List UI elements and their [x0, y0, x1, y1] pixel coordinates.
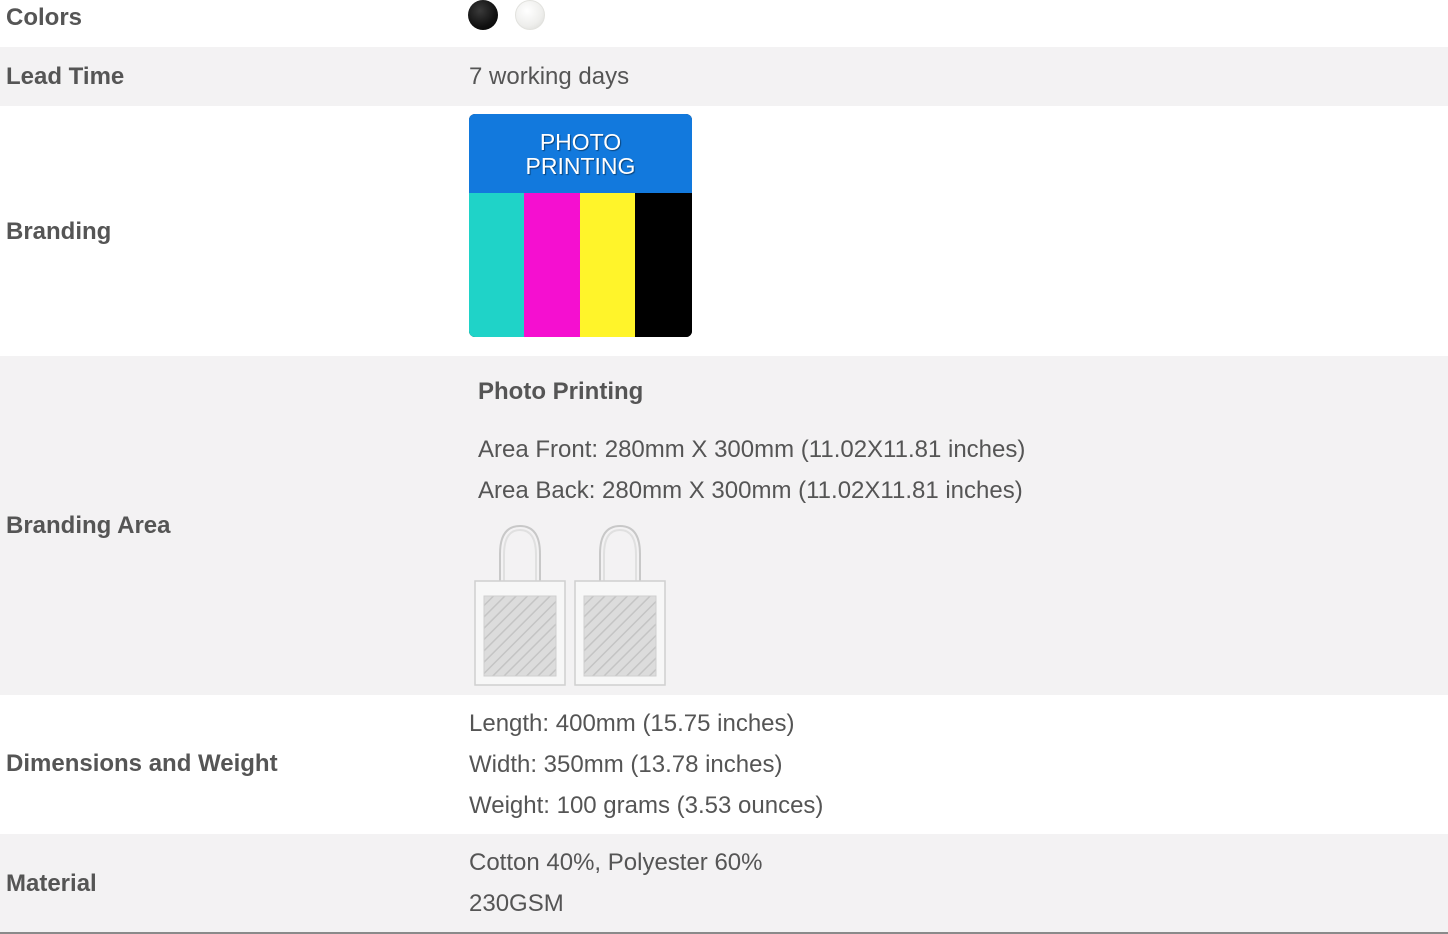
spec-row-colors: Colors — [0, 0, 1448, 47]
spec-row-branding: Branding — [0, 106, 1448, 356]
photo-printing-tile[interactable]: PHOTO PRINTING — [469, 114, 692, 337]
material-gsm-text: 230GSM — [469, 890, 564, 917]
photo-printing-tile-header: PHOTO PRINTING — [469, 114, 692, 193]
spec-row-material: Material Cotton 40%, Polyester 60% 230GS… — [0, 834, 1448, 934]
spec-label-dimensions: Dimensions and Weight — [6, 750, 278, 777]
product-spec-table: Colors Lead Time 7 working days Branding… — [0, 0, 1448, 934]
tote-bag-front-image — [474, 524, 566, 686]
magenta-stripe — [524, 193, 580, 337]
cyan-stripe — [469, 193, 525, 337]
length-text: Length: 400mm (15.75 inches) — [469, 710, 795, 737]
spec-label-branding: Branding — [6, 218, 112, 245]
weight-text: Weight: 100 grams (3.53 ounces) — [469, 792, 824, 819]
area-front-text: Area Front: 280mm X 300mm (11.02X11.81 i… — [478, 436, 1026, 463]
area-back-text: Area Back: 280mm X 300mm (11.02X11.81 in… — [478, 477, 1023, 504]
lead-time-value: 7 working days — [469, 63, 630, 90]
spec-label-colors: Colors — [6, 4, 83, 31]
black-stripe — [635, 193, 692, 337]
spec-label-material: Material — [6, 870, 97, 897]
branding-method-title: Photo Printing — [478, 378, 644, 405]
material-values: Cotton 40%, Polyester 60% 230GSM — [469, 842, 763, 924]
dimensions-values: Length: 400mm (15.75 inches) Width: 350m… — [469, 703, 823, 826]
tile-title-line2: PRINTING — [525, 152, 636, 179]
spec-label-lead-time: Lead Time — [6, 63, 125, 90]
spec-row-dimensions: Dimensions and Weight Length: 400mm (15.… — [0, 695, 1448, 834]
width-text: Width: 350mm (13.78 inches) — [469, 751, 783, 778]
tote-bag-back-image — [574, 524, 666, 686]
color-swatch-black[interactable] — [468, 0, 498, 30]
tile-title-line1: PHOTO — [539, 128, 622, 155]
spec-row-branding-area: Branding Area — [0, 356, 1448, 695]
material-composition-text: Cotton 40%, Polyester 60% — [469, 849, 763, 876]
yellow-stripe — [580, 193, 636, 337]
spec-row-lead-time: Lead Time 7 working days — [0, 47, 1448, 106]
spec-label-branding-area: Branding Area — [6, 512, 171, 539]
color-swatch-white[interactable] — [515, 0, 545, 30]
